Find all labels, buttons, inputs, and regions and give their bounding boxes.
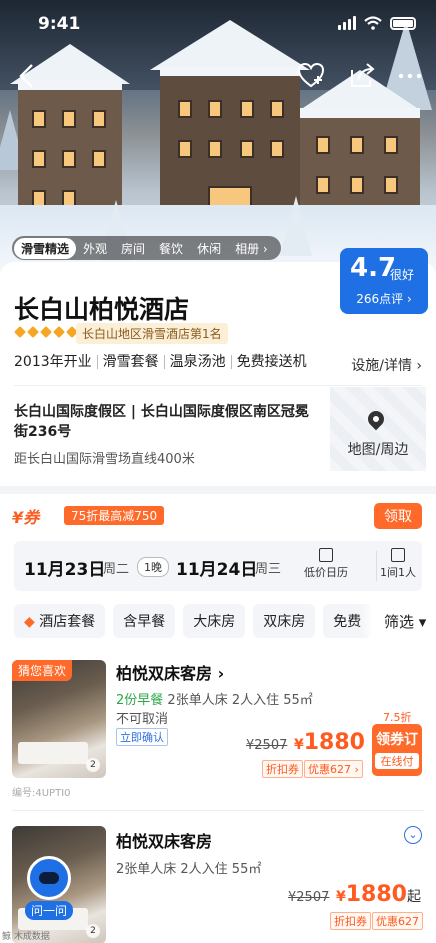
room-card[interactable]: 猜您喜欢 2 柏悦双床客房 › 2份早餐 2张单人床 2人入住 55㎡ 不可取消… [0, 650, 436, 810]
price-calendar-button[interactable]: 低价日历 [304, 548, 348, 580]
feature-item: 免费接送机 [236, 354, 307, 370]
map-button[interactable]: 地图/周边 [330, 387, 426, 471]
rating-level: 很好 [390, 268, 415, 282]
more-options-icon[interactable] [398, 60, 422, 90]
nights-count: 1晚 [137, 557, 169, 577]
room-photo[interactable]: 猜您喜欢 2 [12, 660, 106, 778]
room-code: 编号:4UPTI0 [12, 788, 71, 799]
back-arrow-icon[interactable] [16, 62, 40, 90]
ranking-badge[interactable]: 长白山地区滑雪酒店第1名 [76, 323, 228, 344]
facility-details-link[interactable]: 设施/详情 › [351, 355, 422, 375]
room-spec: 2张单人床 2人入住 55㎡ [116, 862, 262, 877]
coupon-logo: ¥券 [12, 508, 40, 527]
checkout-weekday: 周三 [255, 562, 282, 577]
currency-symbol: ¥ [294, 737, 304, 753]
price-value: 1880 [303, 730, 365, 755]
discount-coupon-badge: 折扣券 [262, 760, 303, 778]
original-price: ¥2507 [288, 890, 330, 905]
hotel-features: 2013年开业 滑雪套餐 温泉汤池 免费接送机 [14, 355, 312, 369]
hero-tab-ski[interactable]: 滑雪精选 [14, 237, 77, 259]
checkout-date[interactable]: 11月24日 [176, 555, 257, 580]
calendar-icon [319, 548, 333, 562]
robot-avatar-icon [27, 856, 71, 900]
hero-tab-leisure[interactable]: 休闲 [190, 238, 228, 259]
pay-online-label: 在线付 [375, 753, 419, 769]
share-icon[interactable] [348, 60, 376, 90]
photo-count: 2 [86, 924, 100, 938]
room-name[interactable]: 柏悦双床客房 [116, 828, 212, 852]
watermark: 鲸 木成数据 [2, 932, 50, 942]
rating-box[interactable]: 4.7 很好 266点评 › [340, 248, 428, 314]
coupon-bar: ¥券 75折最高减750 领取 [0, 494, 436, 538]
wifi-icon [364, 16, 382, 30]
date-selector[interactable]: 11月23日 周二 1晚 11月24日 周三 低价日历 1间1人 [14, 541, 422, 591]
discount-coupon-badge: 折扣券 [330, 912, 371, 930]
room-price: ¥1880 [294, 730, 365, 755]
favorite-heart-icon[interactable] [296, 60, 326, 90]
top-navigation [0, 58, 436, 94]
currency-symbol: ¥ [336, 889, 346, 905]
room-name[interactable]: 柏悦双床客房 › [116, 660, 224, 684]
diamond-rating-icon [14, 326, 78, 338]
claim-coupon-button[interactable]: 领取 [374, 503, 422, 529]
guests-label: 1间1人 [380, 566, 416, 579]
battery-icon [390, 16, 416, 30]
hero-tab-dining[interactable]: 餐饮 [152, 238, 190, 259]
divider [14, 385, 422, 386]
hotel-hero-image[interactable] [0, 0, 436, 275]
checkin-date[interactable]: 11月23日 [24, 555, 105, 580]
status-bar: 9:41 [0, 12, 436, 36]
hero-tab-rooms[interactable]: 房间 [114, 238, 152, 259]
breakfast-info: 2份早餐 [116, 693, 164, 708]
feature-item: 2013年开业 [14, 355, 98, 369]
room-guest-button[interactable]: 1间1人 [380, 548, 416, 580]
review-count[interactable]: 266点评 › [340, 290, 428, 307]
filter-twin-bed[interactable]: 双床房 [253, 604, 316, 638]
section-divider [0, 486, 436, 494]
ask-assistant-button[interactable]: 问一问 [22, 856, 76, 922]
instant-confirm-badge: 立即确认 [116, 728, 168, 746]
room-spec: 2张单人床 2人入住 55㎡ [167, 693, 313, 708]
location-pin-icon [364, 407, 388, 431]
original-price: ¥2507 [246, 738, 288, 753]
book-button[interactable]: 领券订 在线付 [372, 724, 422, 776]
filter-king-bed[interactable]: 大床房 [183, 604, 246, 638]
price-suffix: 起 [406, 889, 421, 905]
photo-count: 2 [86, 758, 100, 772]
hotel-distance: 距长白山国际滑雪场直线400米 [14, 452, 195, 467]
calendar-label: 低价日历 [304, 566, 348, 579]
coupon-tag: 75折最高减750 [64, 506, 165, 525]
filter-free[interactable]: 免费 [323, 604, 372, 638]
hotel-name: 长白山柏悦酒店 [14, 295, 190, 324]
filter-package[interactable]: ◆ 酒店套餐 [14, 604, 106, 638]
door-icon [391, 548, 405, 562]
filter-label: 酒店套餐 [39, 614, 96, 630]
filter-breakfast[interactable]: 含早餐 [113, 604, 176, 638]
expand-chevron-icon[interactable]: ⌄ [404, 826, 422, 844]
cellular-signal-icon [338, 16, 356, 30]
hero-tab-exterior[interactable]: 外观 [76, 238, 114, 259]
divider [376, 551, 377, 581]
savings-badge[interactable]: 优惠627 › [304, 760, 363, 778]
hotel-address: 长白山国际度假区 | 长白山国际度假区南区冠冕街236号 [14, 404, 309, 440]
savings-badge[interactable]: 优惠627 [372, 912, 423, 930]
package-tag-icon: ◆ [24, 614, 40, 630]
discount-rate: 7.5折 [383, 711, 412, 724]
status-time: 9:41 [38, 14, 81, 34]
filter-button[interactable]: 筛选 ▾ [372, 604, 436, 638]
cancel-policy: 不可取消 [116, 712, 169, 727]
room-price: ¥1880起 [336, 882, 421, 907]
feature-item: 滑雪套餐 [98, 355, 165, 369]
ask-label: 问一问 [24, 901, 73, 920]
hero-tab-album[interactable]: 相册 › [228, 238, 275, 259]
map-label: 地图/周边 [347, 442, 409, 458]
price-value: 1880 [345, 882, 407, 907]
recommend-tag: 猜您喜欢 [12, 660, 73, 681]
checkin-weekday: 周二 [103, 562, 130, 577]
book-label: 领券订 [376, 732, 418, 748]
feature-item: 温泉汤池 [165, 355, 232, 369]
hero-photo-tabs: 滑雪精选 外观 房间 餐饮 休闲 相册 › [12, 236, 281, 260]
